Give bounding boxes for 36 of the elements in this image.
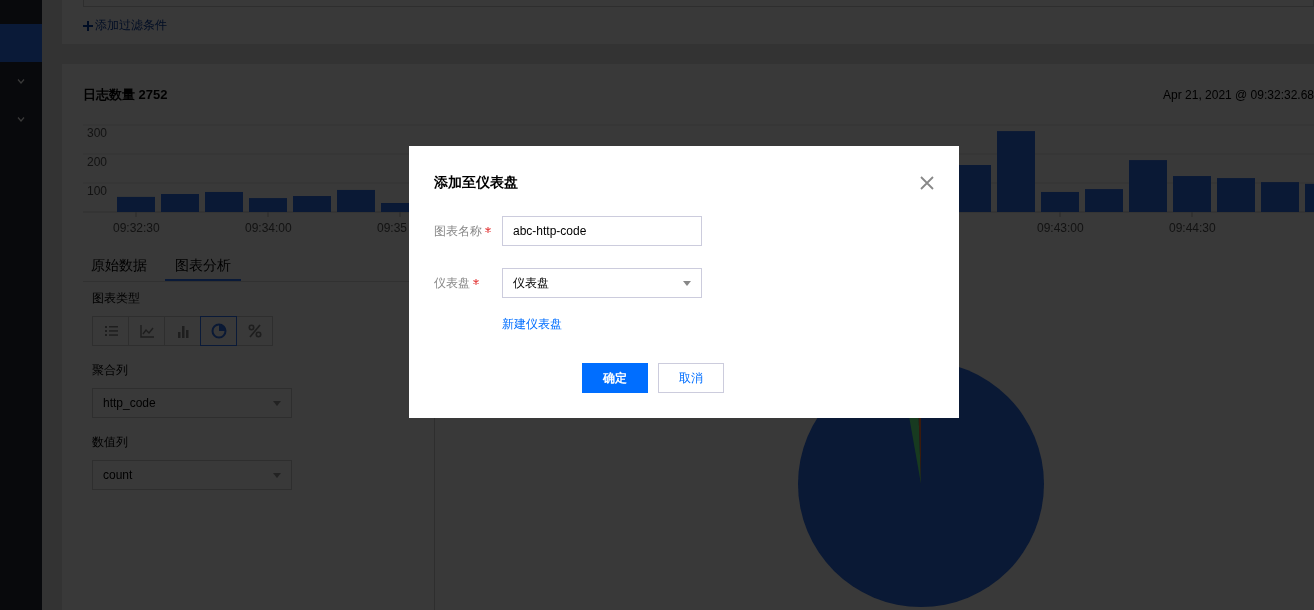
- pie-chart-icon: [210, 323, 227, 339]
- chart-type-button[interactable]: [236, 316, 273, 346]
- confirm-button[interactable]: 确定: [582, 363, 648, 393]
- bar: [293, 196, 331, 212]
- list-icon: [102, 323, 119, 339]
- percent-icon: [246, 323, 263, 339]
- bar: [249, 198, 287, 212]
- bar: [1085, 189, 1123, 212]
- bar: [1041, 192, 1079, 212]
- dialog-title: 添加至仪表盘: [434, 174, 518, 192]
- bar: [1129, 160, 1167, 212]
- input-field[interactable]: abc-http-code: [502, 216, 702, 246]
- bar: [1305, 183, 1314, 212]
- line-chart-icon: [138, 323, 155, 339]
- bar: [117, 196, 155, 212]
- bar: [1261, 182, 1299, 212]
- log-count-title: 日志数量 2752: [83, 86, 168, 104]
- chart-type-button[interactable]: [92, 316, 129, 346]
- chart-type-button[interactable]: [128, 316, 165, 346]
- chart-type-button[interactable]: [200, 316, 237, 346]
- select-field[interactable]: 仪表盘: [502, 268, 702, 298]
- bar: [1217, 178, 1255, 212]
- sidebar-item[interactable]: [0, 24, 42, 62]
- caret-icon: [683, 280, 691, 286]
- bar: [1173, 176, 1211, 212]
- bar: [205, 192, 243, 212]
- close-icon[interactable]: [920, 176, 934, 190]
- bar: [337, 189, 375, 212]
- field-label: 仪表盘: [434, 275, 470, 292]
- bar: [161, 194, 199, 212]
- field-label: 图表名称: [434, 223, 482, 240]
- time-range: Apr 21, 2021 @ 09:32:32.68: [1163, 88, 1314, 102]
- cancel-button[interactable]: 取消: [658, 363, 724, 393]
- new-dashboard-link[interactable]: 新建仪表盘: [502, 316, 562, 333]
- chart-type-button[interactable]: [164, 316, 201, 346]
- plus-icon: [83, 20, 93, 31]
